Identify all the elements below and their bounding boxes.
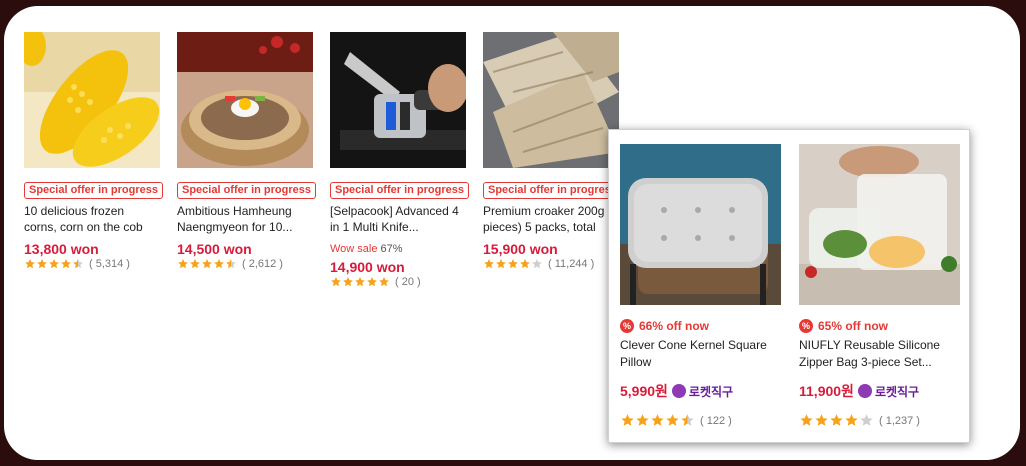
product-title[interactable]: Premium croaker 200g (3 pieces) 5 packs,… xyxy=(483,203,619,235)
product-card[interactable]: Special offer in progress Ambitious Hamh… xyxy=(177,32,316,270)
rocket-delivery-label: 로켓직구 xyxy=(671,383,734,400)
product-price: 14,500 won xyxy=(177,241,252,257)
star-icon xyxy=(366,276,378,288)
product-price: 14,900 won xyxy=(330,259,405,275)
star-icon xyxy=(201,258,213,270)
star-rating xyxy=(177,258,237,270)
star-rating xyxy=(330,276,390,288)
product-card[interactable]: Special offer in progress 10 delicious f… xyxy=(24,32,163,270)
star-rating xyxy=(799,413,874,428)
rocket-delivery-label: 로켓직구 xyxy=(857,383,920,400)
rocket-delivery-icon xyxy=(671,384,686,398)
star-icon xyxy=(354,276,366,288)
review-count: ( 20 ) xyxy=(395,276,421,288)
wow-sale-text: Wow sale xyxy=(330,243,378,255)
wow-sale-percent: 67% xyxy=(380,243,403,255)
percent-badge-icon: % xyxy=(799,319,813,333)
product-title[interactable]: NIUFLY Reusable Silicone Zipper Bag 3-pi… xyxy=(799,337,960,371)
star-icon xyxy=(177,258,189,270)
product-title[interactable]: Ambitious Hamheung Naengmyeon for 10... xyxy=(177,203,313,235)
discount-text: 65% off now xyxy=(818,319,889,333)
rocket-delivery-icon xyxy=(857,384,872,398)
star-icon xyxy=(189,258,201,270)
product-image-corn[interactable] xyxy=(24,32,160,168)
special-offer-badge: Special offer in progress xyxy=(330,182,469,199)
rating-row: ( 122 ) xyxy=(620,413,781,428)
product-card[interactable]: Special offer in progress [Selpacook] Ad… xyxy=(330,32,469,288)
star-icon xyxy=(799,413,814,428)
product-title[interactable]: 10 delicious frozen corns, corn on the c… xyxy=(24,203,160,235)
rating-row: ( 1,237 ) xyxy=(799,413,960,428)
product-title[interactable]: [Selpacook] Advanced 4 in 1 Multi Knife.… xyxy=(330,203,466,235)
star-icon xyxy=(665,413,680,428)
recommendation-popup: % 66% off now Clever Cone Kernel Square … xyxy=(608,129,970,443)
wow-sale-label: Wow sale 67% xyxy=(330,243,466,255)
star-icon xyxy=(495,258,507,270)
star-icon xyxy=(519,258,531,270)
review-count: ( 5,314 ) xyxy=(89,258,130,270)
star-icon xyxy=(36,258,48,270)
discount-label: % 65% off now xyxy=(799,319,960,333)
product-image-knife-sharpener[interactable] xyxy=(330,32,466,168)
star-icon xyxy=(330,276,342,288)
popup-product-card[interactable]: % 65% off now NIUFLY Reusable Silicone Z… xyxy=(799,144,960,428)
star-icon xyxy=(829,413,844,428)
star-icon xyxy=(378,276,390,288)
discount-label: % 66% off now xyxy=(620,319,781,333)
review-count: ( 1,237 ) xyxy=(879,414,920,427)
percent-badge-icon: % xyxy=(620,319,634,333)
star-icon xyxy=(680,413,695,428)
rocket-delivery-text: 로켓직구 xyxy=(874,384,920,399)
star-icon xyxy=(507,258,519,270)
special-offer-badge: Special offer in progress xyxy=(177,182,316,199)
star-icon xyxy=(72,258,84,270)
review-count: ( 122 ) xyxy=(700,414,732,427)
product-image-pillow[interactable] xyxy=(620,144,781,305)
review-count: ( 11,244 ) xyxy=(548,258,595,270)
popup-product-card[interactable]: % 66% off now Clever Cone Kernel Square … xyxy=(620,144,781,428)
product-card[interactable]: Special offer in progress Premium croake… xyxy=(483,32,622,270)
star-rating xyxy=(24,258,84,270)
star-icon xyxy=(620,413,635,428)
star-icon xyxy=(225,258,237,270)
outer-frame: Special offer in progress 10 delicious f… xyxy=(0,0,1026,466)
rating-row: ( 20 ) xyxy=(330,276,466,288)
star-icon xyxy=(60,258,72,270)
rocket-delivery-text: 로켓직구 xyxy=(688,384,734,399)
price-row: 11,900원 로켓직구 xyxy=(799,381,960,401)
star-rating xyxy=(620,413,695,428)
star-icon xyxy=(48,258,60,270)
rating-row: ( 2,612 ) xyxy=(177,258,313,270)
special-offer-badge: Special offer in progress xyxy=(483,182,622,199)
star-icon xyxy=(483,258,495,270)
star-icon xyxy=(635,413,650,428)
star-icon xyxy=(650,413,665,428)
price-row: 5,990원 로켓직구 xyxy=(620,381,781,401)
product-image-fish[interactable] xyxy=(483,32,619,168)
product-price: 15,900 won xyxy=(483,241,558,257)
review-count: ( 2,612 ) xyxy=(242,258,283,270)
product-title[interactable]: Clever Cone Kernel Square Pillow xyxy=(620,337,781,371)
star-icon xyxy=(531,258,543,270)
star-icon xyxy=(213,258,225,270)
star-icon xyxy=(24,258,36,270)
star-icon xyxy=(342,276,354,288)
star-icon xyxy=(814,413,829,428)
star-icon xyxy=(859,413,874,428)
star-icon xyxy=(844,413,859,428)
rating-row: ( 5,314 ) xyxy=(24,258,160,270)
discount-text: 66% off now xyxy=(639,319,710,333)
rating-row: ( 11,244 ) xyxy=(483,258,619,270)
product-price: 13,800 won xyxy=(24,241,99,257)
product-price: 11,900원 xyxy=(799,383,854,399)
product-image-silicone-bag[interactable] xyxy=(799,144,960,305)
product-price: 5,990원 xyxy=(620,383,668,399)
special-offer-badge: Special offer in progress xyxy=(24,182,163,199)
star-rating xyxy=(483,258,543,270)
product-image-naengmyeon[interactable] xyxy=(177,32,313,168)
